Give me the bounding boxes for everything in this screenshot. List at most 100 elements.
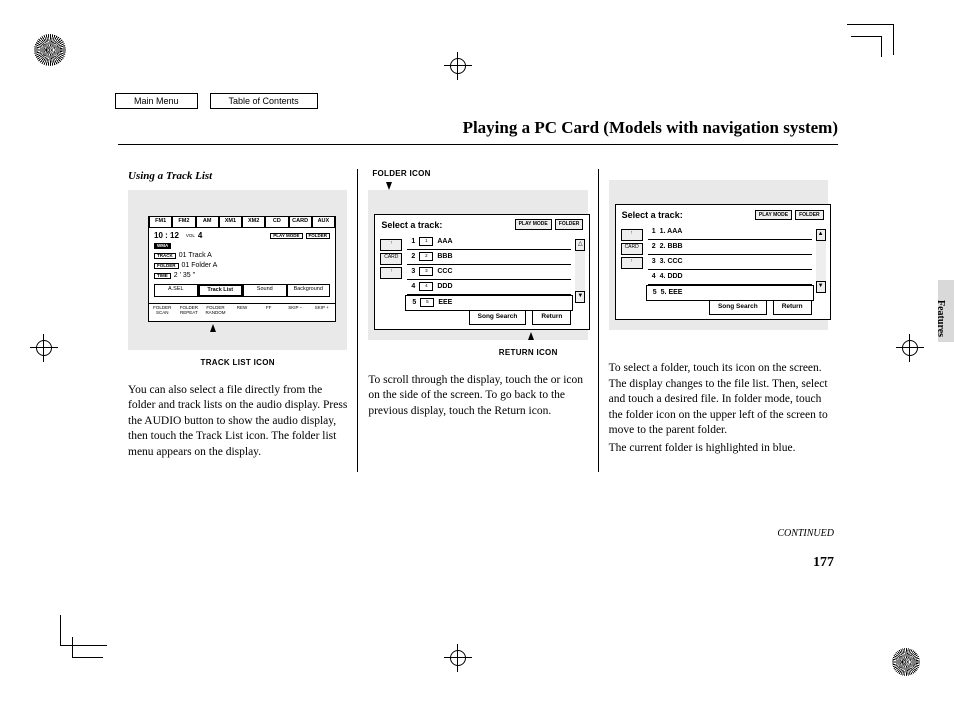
clock-display: 10 : 12 <box>154 232 179 240</box>
row-label: AAA <box>437 237 452 246</box>
play-mode-button: PLAY MODE <box>515 219 552 230</box>
folder-icon: 4 <box>419 282 433 291</box>
up-folder-icon: ↑ <box>621 257 643 269</box>
arrow-up-icon <box>210 324 216 332</box>
source-tab: AM <box>196 217 219 228</box>
screenshot-audio-main: FM1 FM2 AM XM1 XM2 CD CARD AUX 10 : 12 V… <box>128 190 347 350</box>
row-num: 5 <box>408 298 416 307</box>
play-mode-button: PLAY MODE <box>755 210 792 221</box>
row-label: 1. AAA <box>660 227 683 236</box>
source-tab: XM1 <box>219 217 242 228</box>
folder-icon: 5 <box>420 298 434 307</box>
track-badge: TRACK <box>154 253 176 260</box>
registration-mark-icon <box>892 330 928 366</box>
foot-btn: FOLDER RANDOM <box>202 303 229 317</box>
row-num: 1 <box>648 227 656 236</box>
scroll-down-icon: ▼ <box>575 291 585 303</box>
track-name: 01 Track A <box>179 252 212 259</box>
row-label: EEE <box>438 298 452 307</box>
side-tab-label: Features <box>935 300 946 337</box>
foot-btn: REW <box>229 303 256 317</box>
play-mode-button: PLAY MODE <box>270 233 302 240</box>
main-menu-button[interactable]: Main Menu <box>115 93 198 109</box>
song-search-button: Song Search <box>709 300 767 315</box>
top-nav: Main Menu Table of Contents <box>115 93 318 109</box>
row-num: 2 <box>648 242 656 251</box>
return-icon-callout: RETURN ICON <box>368 348 587 359</box>
registration-mark-icon <box>440 48 476 84</box>
source-tab: FM2 <box>172 217 195 228</box>
row-label: CCC <box>437 267 452 276</box>
screenshot-track-list-files: Select a track: PLAY MODE FOLDER ↑ CARD … <box>609 180 828 330</box>
source-tab: XM2 <box>242 217 265 228</box>
column-1: Using a Track List FM1 FM2 AM XM1 XM2 CD… <box>118 169 357 472</box>
source-tab: CD <box>265 217 288 228</box>
up-folder-icon: ↑ <box>380 267 402 279</box>
return-button: Return <box>773 300 812 315</box>
column-1-text: You can also select a file directly from… <box>128 383 347 461</box>
section-subheading: Using a Track List <box>128 169 347 184</box>
row-label: BBB <box>437 252 452 261</box>
sound-button: Sound <box>243 284 287 298</box>
crop-mark-icon <box>72 637 103 658</box>
foot-btn: FF <box>255 303 282 317</box>
column-3: Select a track: PLAY MODE FOLDER ↑ CARD … <box>598 169 838 472</box>
foot-btn: FOLDER REPEAT <box>176 303 203 317</box>
print-mark-icon <box>892 648 920 676</box>
folder-icon-callout: FOLDER ICON <box>372 169 587 180</box>
scroll-down-icon: ▼ <box>816 281 826 293</box>
screenshot-track-list-folders: Select a track: PLAY MODE FOLDER ↑ CARD … <box>368 190 587 340</box>
up-folder-icon: ↑ <box>621 229 643 241</box>
time-badge: TIME <box>154 273 171 280</box>
source-tab: AUX <box>312 217 335 228</box>
toc-button[interactable]: Table of Contents <box>210 93 318 109</box>
column-2-text: To scroll through the display, touch the… <box>368 373 587 420</box>
folder-badge: FOLDER <box>154 263 179 270</box>
folder-button: FOLDER <box>555 219 584 230</box>
row-num: 5 <box>649 288 657 297</box>
folder-icon: 3 <box>419 267 433 276</box>
source-tab: CARD <box>289 217 312 228</box>
track-list-callout: TRACK LIST ICON <box>128 358 347 369</box>
foot-btn: SKIP – <box>282 303 309 317</box>
song-search-button: Song Search <box>469 310 527 325</box>
select-track-title: Select a track: <box>381 219 442 231</box>
background-button: Background <box>287 284 331 298</box>
row-label: 3. CCC <box>660 257 683 266</box>
crop-mark-icon <box>851 36 882 57</box>
row-label: 4. DDD <box>660 272 683 281</box>
arrow-down-icon <box>386 182 392 190</box>
scrollbar-track <box>816 241 826 281</box>
column-2: FOLDER ICON Select a track: PLAY MODE FO… <box>357 169 597 472</box>
up-folder-icon: ↑ <box>380 239 402 251</box>
row-num: 3 <box>648 257 656 266</box>
row-label: 5. EEE <box>661 288 683 297</box>
page-number: 177 <box>813 555 834 571</box>
folder-icon: 1 <box>419 237 433 246</box>
column-3-text-1: To select a folder, touch its icon on th… <box>609 361 828 439</box>
foot-btn: FOLDER SCAN <box>149 303 176 317</box>
row-num: 3 <box>407 267 415 276</box>
return-button: Return <box>532 310 571 325</box>
foot-btn: SKIP + <box>308 303 335 317</box>
scroll-up-icon: ▲ <box>816 229 826 241</box>
select-track-title: Select a track: <box>622 209 683 221</box>
card-icon: CARD <box>621 243 643 255</box>
row-num: 1 <box>407 237 415 246</box>
row-num: 2 <box>407 252 415 261</box>
track-list-button: Track List <box>198 284 244 298</box>
time-value: 2 ' 35 " <box>174 272 195 279</box>
row-label: DDD <box>437 282 452 291</box>
folder-icon: 2 <box>419 252 433 261</box>
scrollbar-track <box>575 251 585 291</box>
row-num: 4 <box>407 282 415 291</box>
folder-button: FOLDER <box>795 210 824 221</box>
registration-mark-icon <box>440 640 476 676</box>
row-label: 2. BBB <box>660 242 683 251</box>
registration-mark-icon <box>26 330 62 366</box>
wma-badge: WMA <box>154 243 171 250</box>
print-mark-icon <box>34 34 66 66</box>
folder-name: 01 Folder A <box>182 262 218 269</box>
source-tab: FM1 <box>149 217 172 228</box>
row-num: 4 <box>648 272 656 281</box>
